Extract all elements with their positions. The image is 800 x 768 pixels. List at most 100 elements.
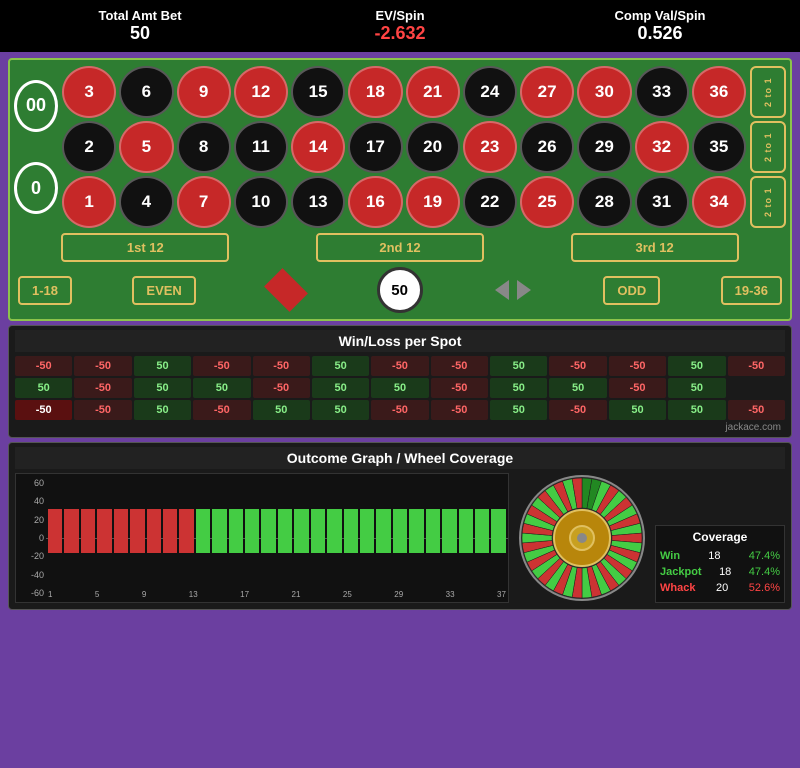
wl-cell-0-8: 50 <box>490 356 547 376</box>
chart-bar <box>491 476 505 586</box>
wl-cell-0-4: -50 <box>253 356 310 376</box>
number-31[interactable]: 31 <box>635 176 689 228</box>
first-dozen-button[interactable]: 1st 12 <box>61 233 229 262</box>
number-2[interactable]: 2 <box>62 121 116 173</box>
number-19[interactable]: 19 <box>406 176 460 228</box>
number-29[interactable]: 29 <box>577 121 631 173</box>
number-24[interactable]: 24 <box>463 66 517 118</box>
x-axis-label: 5 <box>95 590 99 599</box>
number-26[interactable]: 26 <box>520 121 574 173</box>
outcome-section: Outcome Graph / Wheel Coverage 6040200-2… <box>8 442 792 610</box>
number-23[interactable]: 23 <box>463 121 517 173</box>
number-36[interactable]: 36 <box>692 66 746 118</box>
number-1[interactable]: 1 <box>62 176 116 228</box>
coverage-jackpot-label: Jackpot <box>660 566 702 578</box>
chart-bar <box>147 476 161 586</box>
number-8[interactable]: 8 <box>177 121 231 173</box>
two-to-one-top[interactable]: 2 to 1 <box>750 66 786 118</box>
number-34[interactable]: 34 <box>692 176 746 228</box>
number-20[interactable]: 20 <box>406 121 460 173</box>
number-33[interactable]: 33 <box>635 66 689 118</box>
number-6[interactable]: 6 <box>119 66 173 118</box>
wl-cell-0-0: -50 <box>15 356 72 376</box>
third-dozen-button[interactable]: 3rd 12 <box>571 233 739 262</box>
x-axis-label: 21 <box>292 590 301 599</box>
coverage-win-pct: 47.4% <box>749 550 780 562</box>
number-32[interactable]: 32 <box>635 121 689 173</box>
comp-val-label: Comp Val/Spin <box>530 8 790 23</box>
y-axis-label: -60 <box>18 588 44 598</box>
comp-val-value: 0.526 <box>530 23 790 44</box>
jackace-credit: jackace.com <box>15 420 785 433</box>
wl-cell-0-6: -50 <box>371 356 428 376</box>
wl-cell-1-1: -50 <box>74 378 131 398</box>
chip-50[interactable]: 50 <box>377 267 423 313</box>
wl-cell-0-7: -50 <box>431 356 488 376</box>
coverage-table: Coverage Win 18 47.4% Jackpot 18 47.4% W… <box>655 525 785 603</box>
wl-cell-2-10: 50 <box>609 400 666 420</box>
number-30[interactable]: 30 <box>577 66 631 118</box>
chart-bar <box>261 476 275 586</box>
coverage-jackpot-count: 18 <box>719 566 731 578</box>
y-axis-label: 40 <box>18 496 44 506</box>
x-axis-label: 9 <box>142 590 146 599</box>
y-axis-label: 0 <box>18 533 44 543</box>
number-14[interactable]: 14 <box>291 121 345 173</box>
number-17[interactable]: 17 <box>348 121 402 173</box>
wl-cell-0-12: -50 <box>728 356 785 376</box>
number-18[interactable]: 18 <box>348 66 402 118</box>
chart-bar <box>196 476 210 586</box>
two-to-one-column: 2 to 1 2 to 1 2 to 1 <box>750 66 786 228</box>
two-to-one-mid[interactable]: 2 to 1 <box>750 121 786 173</box>
y-axis-label: -40 <box>18 570 44 580</box>
x-axis-label: 13 <box>189 590 198 599</box>
wl-cell-1-10: -50 <box>609 378 666 398</box>
wl-cell-1-0: 50 <box>15 378 72 398</box>
roulette-table: 00 0 36912151821242730333625811141720232… <box>8 58 792 321</box>
wheel-container <box>517 473 647 603</box>
high-button[interactable]: 19-36 <box>721 276 782 305</box>
number-27[interactable]: 27 <box>520 66 574 118</box>
two-to-one-bot[interactable]: 2 to 1 <box>750 176 786 228</box>
number-15[interactable]: 15 <box>291 66 345 118</box>
number-22[interactable]: 22 <box>463 176 517 228</box>
bottom-bets: 1st 12 2nd 12 3rd 12 1-18 EVEN 50 ODD 19… <box>14 233 786 313</box>
number-21[interactable]: 21 <box>406 66 460 118</box>
number-25[interactable]: 25 <box>520 176 574 228</box>
ev-spin-value: -2.632 <box>270 23 530 44</box>
number-5[interactable]: 5 <box>119 121 173 173</box>
odd-button[interactable]: ODD <box>603 276 660 305</box>
number-4[interactable]: 4 <box>119 176 173 228</box>
second-dozen-button[interactable]: 2nd 12 <box>316 233 484 262</box>
comp-val-col: Comp Val/Spin 0.526 <box>530 8 790 44</box>
coverage-whack-pct: 52.6% <box>749 582 780 594</box>
even-button[interactable]: EVEN <box>132 276 195 305</box>
x-axis-label: 25 <box>343 590 352 599</box>
chart-bar <box>114 476 128 586</box>
number-10[interactable]: 10 <box>234 176 288 228</box>
dozen-row: 1st 12 2nd 12 3rd 12 <box>18 233 782 262</box>
number-grid: 3691215182124273033362581114172023262932… <box>62 66 746 228</box>
number-7[interactable]: 7 <box>177 176 231 228</box>
wl-cell-0-3: -50 <box>193 356 250 376</box>
number-16[interactable]: 16 <box>348 176 402 228</box>
number-28[interactable]: 28 <box>577 176 631 228</box>
chart-bar <box>212 476 226 586</box>
chart-bar <box>426 476 440 586</box>
ev-spin-label: EV/Spin <box>270 8 530 23</box>
zero-button[interactable]: 0 <box>14 162 58 214</box>
wl-cell-0-2: 50 <box>134 356 191 376</box>
number-3[interactable]: 3 <box>62 66 116 118</box>
wl-cell-2-12: -50 <box>728 400 785 420</box>
number-13[interactable]: 13 <box>291 176 345 228</box>
double-zero-button[interactable]: 00 <box>14 80 58 132</box>
number-35[interactable]: 35 <box>692 121 746 173</box>
low-button[interactable]: 1-18 <box>18 276 72 305</box>
chart-bar <box>459 476 473 586</box>
zero-column: 00 0 <box>14 66 58 228</box>
number-12[interactable]: 12 <box>234 66 288 118</box>
number-11[interactable]: 11 <box>234 121 288 173</box>
number-9[interactable]: 9 <box>177 66 231 118</box>
chart-bar <box>393 476 407 586</box>
chart-bar <box>48 476 62 586</box>
